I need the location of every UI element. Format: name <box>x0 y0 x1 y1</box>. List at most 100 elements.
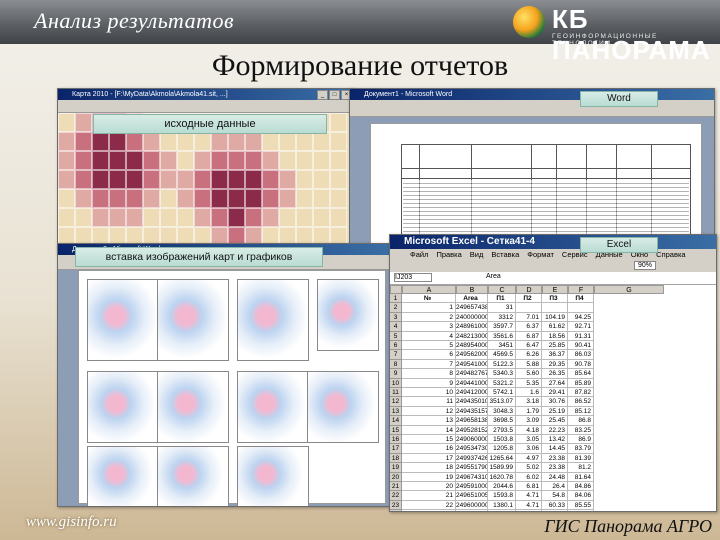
excel-header-cell[interactable]: № <box>402 294 456 304</box>
inserted-map-thumbnail[interactable] <box>237 371 309 443</box>
excel-window[interactable]: Microsoft Excel - Сетка41-4 Файл Правка Ви… <box>389 234 717 512</box>
excel-menu-item[interactable]: Файл <box>410 249 428 260</box>
excel-cell[interactable]: 4.18 <box>516 425 542 435</box>
excel-cell[interactable]: 1620.78 <box>488 472 516 482</box>
excel-row-number[interactable]: 10 <box>390 378 402 388</box>
excel-header-cell[interactable]: П3 <box>542 294 568 304</box>
excel-cell[interactable]: 104.19 <box>542 312 568 323</box>
excel-row-number[interactable]: 17 <box>390 444 402 454</box>
excel-cell[interactable]: 249651005 <box>456 491 488 501</box>
excel-cell[interactable]: 2 <box>402 312 456 323</box>
excel-cell[interactable]: 5.88 <box>516 359 542 370</box>
excel-cell[interactable] <box>568 303 594 313</box>
inserted-map-thumbnail[interactable] <box>317 279 379 351</box>
excel-row-number[interactable]: 11 <box>390 388 402 398</box>
excel-cell[interactable]: 36.37 <box>542 350 568 360</box>
excel-cell[interactable]: 248961000 <box>456 322 488 332</box>
excel-column-header[interactable]: C <box>488 285 516 294</box>
excel-formula-bar[interactable]: IJ203 Area <box>390 272 716 285</box>
word-window[interactable]: Документ1 - Microsoft Word <box>349 88 715 250</box>
excel-cell[interactable]: 92.71 <box>568 322 594 332</box>
images-window[interactable]: Документ2 - Microsoft Word <box>57 243 391 507</box>
excel-cell[interactable]: 11 <box>402 397 456 407</box>
excel-row-number[interactable]: 3 <box>390 312 402 323</box>
excel-cell[interactable]: 249606672 <box>456 510 488 511</box>
maximize-icon[interactable]: □ <box>329 90 340 100</box>
excel-cell[interactable]: 7 <box>402 359 456 370</box>
excel-cell[interactable]: 249528152 <box>456 425 488 435</box>
excel-row-number[interactable]: 1 <box>390 294 402 304</box>
minimize-icon[interactable]: _ <box>317 90 328 100</box>
excel-cell[interactable]: 81.2 <box>568 463 594 473</box>
excel-cell[interactable]: 27.64 <box>542 378 568 388</box>
excel-cell[interactable]: 249534730 <box>456 444 488 454</box>
map-canvas[interactable] <box>58 113 354 253</box>
excel-cell[interactable]: 13 <box>402 416 456 426</box>
excel-cell[interactable]: 3312 <box>488 312 516 323</box>
excel-cell[interactable]: 1205.8 <box>488 444 516 454</box>
excel-row-number[interactable]: 18 <box>390 453 402 464</box>
excel-cell[interactable]: 249441000 <box>456 378 488 388</box>
excel-column-header[interactable]: A <box>402 285 456 294</box>
excel-cell[interactable]: 90.78 <box>568 359 594 370</box>
excel-cell[interactable]: 6.47 <box>516 341 542 351</box>
excel-cell[interactable]: 4 <box>402 331 456 341</box>
excel-cell[interactable]: 3.18 <box>516 397 542 407</box>
excel-cell[interactable]: 249591000 <box>456 482 488 492</box>
excel-cell[interactable]: 86.52 <box>568 397 594 407</box>
excel-cell[interactable]: 84.06 <box>568 491 594 501</box>
excel-cell[interactable]: 249060000 <box>456 435 488 445</box>
excel-cell[interactable]: 1503.8 <box>488 435 516 445</box>
excel-cell[interactable]: 5 <box>402 341 456 351</box>
excel-cell[interactable]: 5321.2 <box>488 378 516 388</box>
excel-header-cell[interactable]: Area <box>456 294 488 304</box>
excel-cell[interactable]: 25.45 <box>542 416 568 426</box>
excel-cell[interactable]: 9 <box>402 378 456 388</box>
excel-cell[interactable]: 81.64 <box>568 472 594 482</box>
excel-cell[interactable]: 249541000 <box>456 359 488 370</box>
excel-cell[interactable]: 4.97 <box>516 453 542 464</box>
excel-row-number[interactable]: 16 <box>390 435 402 445</box>
inserted-map-thumbnail[interactable] <box>157 279 229 361</box>
excel-row-number[interactable]: 9 <box>390 369 402 379</box>
excel-cell[interactable]: 3451 <box>488 341 516 351</box>
images-document-page[interactable] <box>78 270 386 506</box>
excel-cell[interactable]: 25.85 <box>542 341 568 351</box>
excel-cell[interactable]: 249435157 <box>456 406 488 417</box>
excel-cell[interactable]: 81.39 <box>568 453 594 464</box>
excel-row-number[interactable]: 20 <box>390 472 402 482</box>
excel-cell[interactable]: 5.60 <box>516 369 542 379</box>
excel-row-number[interactable]: 19 <box>390 463 402 473</box>
excel-cell[interactable]: 86.03 <box>568 350 594 360</box>
excel-cell[interactable]: 23.38 <box>542 463 568 473</box>
excel-cell[interactable]: 16 <box>402 444 456 454</box>
excel-cell[interactable]: 19 <box>402 472 456 482</box>
excel-header-cell[interactable]: П2 <box>516 294 542 304</box>
excel-cell[interactable]: 6 <box>402 350 456 360</box>
excel-cell[interactable]: 249482767 <box>456 369 488 379</box>
excel-cell[interactable]: 5.35 <box>516 378 542 388</box>
excel-cell[interactable]: 3 <box>402 322 456 332</box>
excel-cell[interactable]: 3597.7 <box>488 322 516 332</box>
excel-menu-item[interactable]: Формат <box>527 249 554 260</box>
excel-cell[interactable]: 44.26 <box>542 510 568 511</box>
excel-cell[interactable]: 8 <box>402 369 456 379</box>
excel-row-number[interactable]: 12 <box>390 397 402 407</box>
excel-cell[interactable]: 1265.64 <box>488 453 516 464</box>
excel-menu-item[interactable]: Справка <box>656 249 685 260</box>
excel-column-header[interactable]: E <box>542 285 568 294</box>
excel-row-number[interactable]: 7 <box>390 350 402 360</box>
excel-cell[interactable]: 85.89 <box>568 378 594 388</box>
excel-cell[interactable]: 14.45 <box>542 444 568 454</box>
excel-cell[interactable]: 1593.8 <box>488 491 516 501</box>
excel-menu-item[interactable]: Правка <box>436 249 461 260</box>
excel-row-number[interactable]: 8 <box>390 359 402 370</box>
excel-cell[interactable]: 22.23 <box>542 425 568 435</box>
excel-cell[interactable]: 26.4 <box>542 482 568 492</box>
inserted-map-thumbnail[interactable] <box>87 279 159 361</box>
excel-cell[interactable]: 29.35 <box>542 359 568 370</box>
excel-cell[interactable]: 5340.3 <box>488 369 516 379</box>
inserted-map-thumbnail[interactable] <box>87 446 159 506</box>
excel-cell[interactable]: 249657438 <box>456 303 488 313</box>
inserted-map-thumbnail[interactable] <box>157 446 229 506</box>
